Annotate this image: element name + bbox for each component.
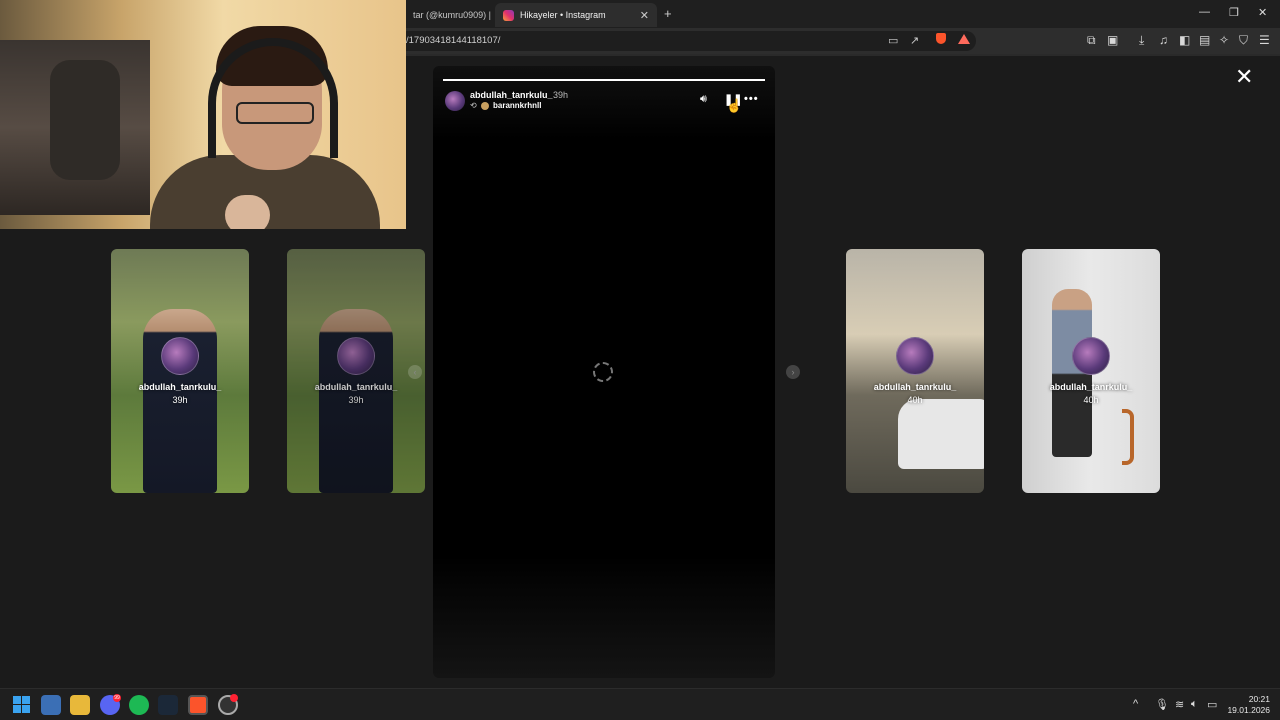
download-icon[interactable]: ⤓ <box>1139 33 1144 48</box>
thumbnail-username: abdullah_tanrkulu_ <box>138 382 222 392</box>
wallet-icon[interactable]: ▤ <box>1199 33 1210 47</box>
menu-icon[interactable]: ☰ <box>1259 33 1270 47</box>
battery-icon[interactable]: ▭ <box>1207 698 1217 711</box>
restore-button[interactable]: ❐ <box>1229 6 1239 19</box>
thumbnail-username: abdullah_tanrkulu_ <box>314 382 398 392</box>
story-progress-fill <box>443 79 765 81</box>
avatar <box>337 337 375 375</box>
repost-avatar <box>481 102 489 110</box>
person-hand-graphic <box>225 195 270 229</box>
leo-ai-icon[interactable]: ✧ <box>1219 33 1229 47</box>
webcam-overlay <box>0 0 406 229</box>
more-options-icon[interactable]: ••• <box>744 93 759 105</box>
repost-username[interactable]: barannkrhnll <box>493 101 541 110</box>
story-thumbnail[interactable]: abdullah_tanrkulu_ 39h <box>111 249 249 493</box>
thumbnail-time: 40h <box>1083 395 1099 405</box>
clock-time: 20:21 <box>1248 694 1270 704</box>
glasses-graphic <box>236 102 314 124</box>
avatar[interactable] <box>445 91 465 111</box>
tab-tiktok-title: tar (@kumru0909) | Tiktok <box>413 10 493 20</box>
jacket-graphic <box>50 60 120 180</box>
thumbnail-time: 39h <box>348 395 364 405</box>
system-clock[interactable]: 20:21 19.01.2026 <box>1224 694 1270 716</box>
speaker-icon[interactable]: 🔈︎ <box>1191 698 1198 711</box>
story-thumbnail[interactable]: abdullah_tanrkulu_ 39h <box>287 249 425 493</box>
thumbnail-time: 39h <box>172 395 188 405</box>
tab-tiktok[interactable]: tar (@kumru0909) | Tiktok <box>405 3 493 27</box>
next-story-arrow-icon[interactable]: › <box>786 365 800 379</box>
thumbnail-time: 40h <box>907 395 923 405</box>
avatar <box>1072 337 1110 375</box>
sidebar-icon[interactable]: ◧ <box>1179 33 1190 47</box>
tab-search-icon[interactable]: ▣ <box>1107 33 1118 47</box>
start-button[interactable] <box>13 696 30 713</box>
extensions-icon[interactable]: ⧉ <box>1087 33 1096 48</box>
brave-rewards-icon[interactable] <box>958 34 970 44</box>
repost-icon: ⟲ <box>470 101 477 110</box>
show-hidden-icons-icon[interactable]: ^ <box>1133 698 1138 710</box>
story-thumbnail[interactable]: abdullah_tanrkulu_ 40h <box>846 249 984 493</box>
new-tab-button[interactable]: + <box>664 6 672 21</box>
window-close-button[interactable]: ✕ <box>1258 6 1267 19</box>
mouse-cursor-icon: ☝ <box>726 98 743 113</box>
story-username[interactable]: abdullah_tanrkulu_ <box>470 90 553 100</box>
tab-close-icon[interactable]: ✕ <box>640 9 649 22</box>
share-icon[interactable]: ↗ <box>910 34 919 47</box>
door-handle-graphic <box>1122 409 1134 465</box>
windows-taskbar: 99 ^ 🎙︎ ≋ 🔈︎ ▭ 20:21 19.01.2026 <box>0 688 1280 720</box>
tab-instagram-stories[interactable]: Hikayeler • Instagram ✕ <box>495 3 657 27</box>
story-thumbnail[interactable]: abdullah_tanrkulu_ 40h <box>1022 249 1160 493</box>
steam-icon[interactable] <box>158 695 178 715</box>
discord-badge: 99 <box>113 694 121 702</box>
headphones-graphic <box>208 38 338 158</box>
story-progress-bar <box>443 79 765 81</box>
volume-icon[interactable]: 🔊︎ <box>700 93 707 106</box>
story-time: 39h <box>553 90 569 100</box>
instagram-icon <box>503 9 514 21</box>
brave-browser-icon[interactable] <box>188 695 208 715</box>
microphone-icon[interactable]: 🎙︎ <box>1155 698 1169 711</box>
brave-shields-icon[interactable] <box>936 33 946 44</box>
wifi-icon[interactable]: ≋ <box>1175 698 1184 711</box>
thumbnail-username: abdullah_tanrkulu_ <box>873 382 957 392</box>
avatar <box>161 337 199 375</box>
file-explorer-icon[interactable] <box>70 695 90 715</box>
notification-dot <box>230 694 238 702</box>
loading-spinner-icon <box>593 362 613 382</box>
previous-story-arrow-icon[interactable]: ‹ <box>408 365 422 379</box>
story-preview-image <box>898 399 984 469</box>
minimize-button[interactable]: — <box>1199 6 1210 18</box>
cast-icon[interactable]: ▭ <box>888 34 898 47</box>
spotify-icon[interactable] <box>129 695 149 715</box>
thumbnail-username: abdullah_tanrkulu_ <box>1049 382 1133 392</box>
avatar <box>896 337 934 375</box>
tab-instagram-title: Hikayeler • Instagram <box>520 10 606 20</box>
store-icon[interactable] <box>41 695 61 715</box>
url-text: /17903418144118107/ <box>406 35 501 46</box>
current-story[interactable]: abdullah_tanrkulu_ 39h ⟲ barannkrhnll 🔊︎… <box>433 66 775 678</box>
url-field[interactable]: /17903418144118107/ ▭ ↗ <box>398 31 976 51</box>
clock-date: 19.01.2026 <box>1227 705 1270 715</box>
vpn-icon[interactable]: ⛉ <box>1239 33 1248 48</box>
close-stories-button[interactable]: ✕ <box>1235 66 1253 88</box>
media-icon[interactable]: ♫ <box>1159 33 1168 47</box>
